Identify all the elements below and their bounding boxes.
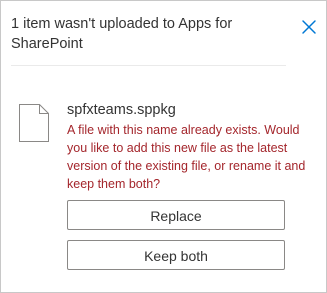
close-button[interactable]	[299, 17, 319, 37]
file-name: spfxteams.sppkg	[67, 102, 176, 118]
conflict-message: A file with this name already exists. Wo…	[67, 123, 306, 191]
dialog-title: 1 item wasn't uploaded to Apps for Share…	[11, 16, 233, 52]
close-icon	[299, 17, 319, 37]
header-divider	[11, 65, 286, 66]
keep-both-button[interactable]: Keep both	[67, 240, 285, 270]
upload-conflict-dialog: 1 item wasn't uploaded to Apps for Share…	[0, 0, 327, 293]
file-icon	[18, 103, 50, 143]
replace-button[interactable]: Replace	[67, 200, 285, 230]
